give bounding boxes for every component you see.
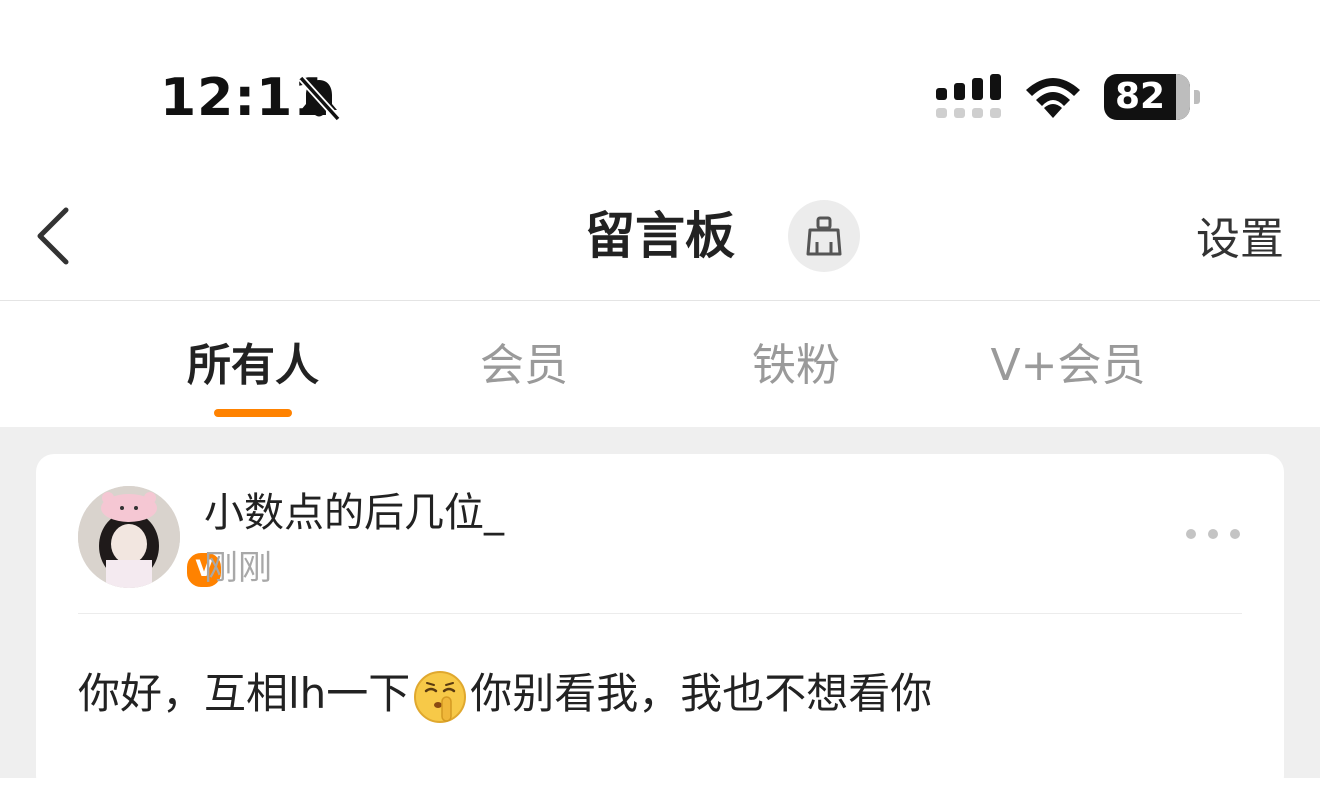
battery-level: 82: [1114, 76, 1166, 117]
tab-everyone[interactable]: 所有人: [170, 331, 336, 401]
username[interactable]: 小数点的后几位_: [204, 486, 504, 540]
page-title: 留言板: [585, 207, 735, 265]
tab-bar: 所有人 会员 铁粉 V+会员: [0, 301, 1320, 427]
chevron-left-icon[interactable]: [28, 204, 80, 268]
wifi-icon: [1026, 78, 1080, 118]
tab-members[interactable]: 会员: [456, 331, 592, 401]
shushing-face-emoji-icon: [414, 670, 467, 723]
avatar-image: [78, 486, 180, 588]
bell-slash-icon: [298, 75, 341, 122]
cellular-signal-icon: [936, 74, 1001, 118]
avatar[interactable]: [78, 486, 180, 588]
message-part-1: 你好，互相lh一下: [78, 669, 411, 718]
settings-button[interactable]: 设置: [1180, 208, 1300, 272]
nav-bar: 留言板 设置: [0, 190, 1320, 301]
status-bar: 12:11 82: [0, 0, 1320, 190]
tab-iron-fans[interactable]: 铁粉: [728, 331, 864, 401]
post-time: 刚刚: [204, 548, 272, 588]
broom-icon: [806, 216, 842, 256]
message-card: V 小数点的后几位_ 刚刚 你好，互相lh一下 你别看我，我也不想看你: [36, 454, 1284, 794]
active-tab-indicator: [214, 409, 292, 417]
battery-icon: 82: [1104, 74, 1200, 120]
message-list: V 小数点的后几位_ 刚刚 你好，互相lh一下 你别看我，我也不想看你: [0, 427, 1320, 794]
message-text: 你好，互相lh一下 你别看我，我也不想看你: [78, 664, 932, 725]
more-options-icon[interactable]: [1184, 520, 1244, 548]
clean-button[interactable]: [788, 200, 860, 272]
divider: [78, 613, 1242, 614]
tab-vplus-members[interactable]: V+会员: [980, 331, 1156, 401]
message-part-2: 你别看我，我也不想看你: [470, 669, 933, 718]
